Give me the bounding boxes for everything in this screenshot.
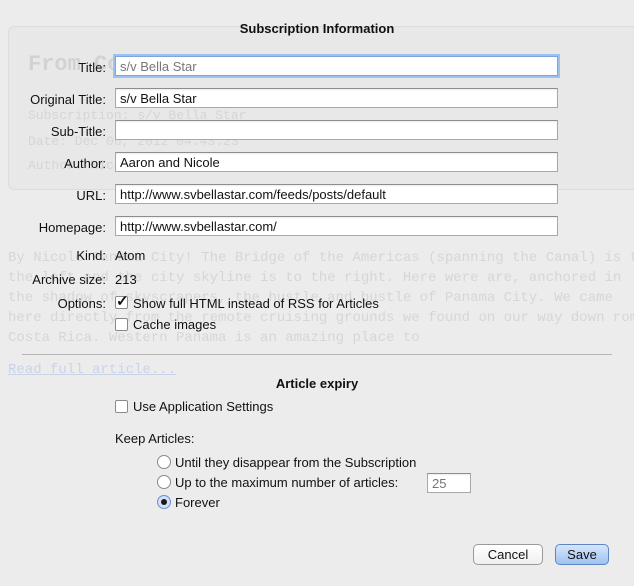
radio-selected-dot (161, 499, 167, 505)
original-title-field[interactable] (115, 88, 558, 108)
cancel-button[interactable]: Cancel (473, 544, 543, 565)
radio-until-disappear[interactable] (157, 455, 171, 469)
kind-value: Atom (115, 248, 146, 263)
radio-forever-label[interactable]: Forever (175, 495, 220, 510)
radio-max-articles[interactable] (157, 475, 171, 489)
original-title-label: Original Title: (30, 92, 106, 107)
save-button[interactable]: Save (555, 544, 609, 565)
article-expiry-heading: Article expiry (275, 376, 359, 391)
full-html-checkbox[interactable]: ✓ (115, 293, 129, 310)
kind-label: Kind: (76, 248, 106, 263)
title-label: Title: (78, 60, 106, 75)
archive-size-label: Archive size: (32, 272, 106, 287)
homepage-label: Homepage: (38, 220, 106, 235)
use-app-settings-checkbox[interactable] (115, 400, 128, 413)
options-label: Options: (57, 296, 106, 311)
author-label: Author: (64, 156, 106, 171)
radio-until-disappear-label[interactable]: Until they disappear from the Subscripti… (175, 455, 416, 470)
subscription-info-dialog: Subscription Information Title: Original… (0, 0, 634, 586)
subtitle-label: Sub-Title: (50, 124, 106, 139)
radio-forever[interactable] (157, 495, 171, 509)
keep-articles-label: Keep Articles: (115, 431, 195, 446)
radio-max-articles-label[interactable]: Up to the maximum number of articles: (175, 475, 398, 490)
checkmark-icon: ✓ (116, 293, 129, 310)
full-html-label[interactable]: Show full HTML instead of RSS for Articl… (133, 296, 379, 311)
cache-images-checkbox[interactable] (115, 318, 128, 331)
section-divider (22, 354, 612, 355)
url-label: URL: (76, 188, 106, 203)
author-field[interactable] (115, 152, 558, 172)
homepage-field[interactable] (115, 216, 558, 236)
archive-size-value: 213 (115, 272, 137, 287)
subtitle-field[interactable] (115, 120, 558, 140)
use-app-settings-label[interactable]: Use Application Settings (133, 399, 273, 414)
title-field[interactable] (115, 56, 558, 76)
cache-images-label[interactable]: Cache images (133, 317, 216, 332)
url-field[interactable] (115, 184, 558, 204)
dialog-title: Subscription Information (239, 21, 395, 36)
max-articles-field[interactable] (427, 473, 471, 493)
